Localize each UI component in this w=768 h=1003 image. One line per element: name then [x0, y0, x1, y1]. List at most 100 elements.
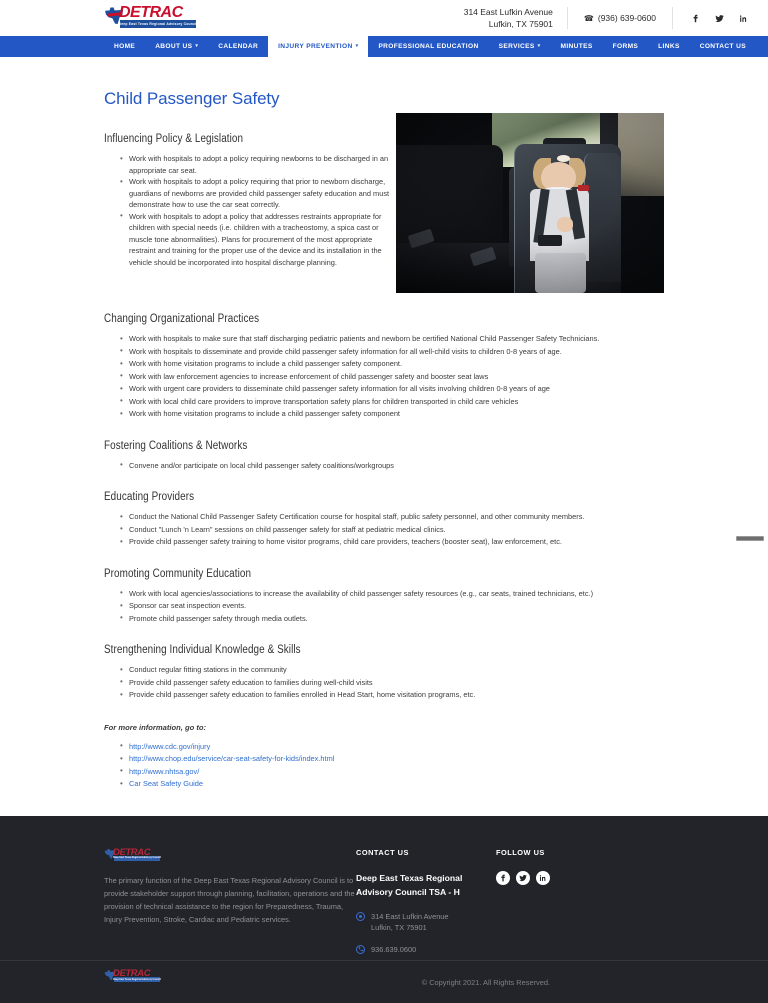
- site-logo[interactable]: DETRAC Deep East Texas Regional Advisory…: [104, 4, 198, 31]
- section-heading-promoting-community-education: Promoting Community Education: [104, 567, 252, 580]
- list-item: Provide child passenger safety education…: [120, 689, 664, 701]
- nav-label: FORMS: [612, 43, 639, 50]
- nav-label: CALENDAR: [218, 43, 259, 50]
- footer-about-text: The primary function of the Deep East Te…: [104, 875, 355, 924]
- facebook-icon[interactable]: [496, 870, 510, 885]
- footer-logo-tagline-bar: Deep East Texas Regional Advisory Counci…: [113, 855, 161, 861]
- nav-item-forms[interactable]: FORMS: [603, 36, 649, 57]
- list-item: Conduct "Lunch 'n Learn" sessions on chi…: [120, 523, 664, 536]
- scroll-grab-handle[interactable]: [736, 536, 764, 541]
- footer-address-line1: 314 East Lufkin Avenue: [371, 911, 449, 921]
- section-list-influencing-policy: Work with hospitals to adopt a policy re…: [120, 153, 390, 268]
- header-contact-group: 314 East Lufkin Avenue Lufkin, TX 75901 …: [464, 6, 750, 30]
- page-content: Child Passenger Safety Influencing Polic…: [0, 89, 768, 790]
- header-social-links: [673, 12, 750, 25]
- list-item: Sponsor car seat inspection events.: [120, 600, 664, 612]
- facebook-icon[interactable]: [689, 12, 702, 25]
- list-item: Work with urgent care providers to disse…: [120, 383, 664, 395]
- section-list-fostering-coalitions: Convene and/or participate on local chil…: [120, 459, 664, 472]
- footer-follow-column: FOLLOW US: [496, 848, 616, 966]
- nav-label: SERVICES: [498, 43, 535, 50]
- phone-icon: ☎: [583, 13, 594, 23]
- logo-wordmark: DETRAC: [119, 4, 183, 21]
- nav-item-contact-us[interactable]: CONTACT US: [690, 36, 756, 57]
- section-list-changing-organizational-practices: Work with hospitals to make sure that st…: [120, 333, 664, 420]
- nav-label: CONTACT US: [699, 43, 746, 50]
- header-address-line2: Lufkin, TX 75901: [488, 19, 553, 29]
- list-item: Work with hospitals to disseminate and p…: [120, 345, 664, 358]
- list-item: Car Seat Safety Guide: [120, 778, 664, 790]
- list-item: http://www.nhtsa.gov/: [120, 765, 664, 778]
- footer-bottom-logo[interactable]: DETRAC Deep East Texas Regional Advisory…: [104, 968, 161, 983]
- nav-item-calendar[interactable]: CALENDAR: [208, 36, 268, 57]
- list-item: http://www.chop.edu/service/car-seat-saf…: [120, 753, 664, 765]
- footer-address: 314 East Lufkin Avenue Lufkin, TX 75901: [371, 911, 449, 934]
- nav-label: PROFESSIONAL EDUCATION: [378, 43, 479, 50]
- resource-link-car-seat-safety-guide[interactable]: Car Seat Safety Guide: [129, 779, 203, 788]
- section-list-educating-providers: Conduct the National Child Passenger Saf…: [120, 511, 664, 548]
- footer-phone-row[interactable]: 936.639.0600: [356, 944, 496, 956]
- phone-icon: [356, 944, 365, 954]
- section-heading-fostering-coalitions: Fostering Coalitions & Networks: [104, 439, 248, 452]
- photo-vignette: [396, 113, 664, 293]
- list-item: Work with hospitals to adopt a policy th…: [120, 210, 390, 269]
- section-heading-changing-organizational-practices: Changing Organizational Practices: [104, 313, 260, 325]
- list-item: Work with law enforcement agencies to in…: [120, 370, 664, 383]
- footer-logo[interactable]: DETRAC Deep East Texas Regional Advisory…: [104, 847, 161, 862]
- list-item: Work with hospitals to adopt a policy re…: [120, 176, 390, 211]
- location-pin-icon: [356, 911, 365, 921]
- footer-social-links: [496, 870, 616, 885]
- logo-tagline: Deep East Texas Regional Advisory Counci…: [118, 22, 198, 26]
- footer-address-row: 314 East Lufkin Avenue Lufkin, TX 75901: [356, 911, 496, 934]
- car-seat-photo: [396, 113, 664, 293]
- linkedin-icon[interactable]: [536, 870, 550, 885]
- nav-item-home[interactable]: HOME: [104, 36, 145, 57]
- header-phone[interactable]: ☎ (936) 639-0600: [566, 7, 673, 29]
- nav-label: MINUTES: [560, 43, 593, 50]
- list-item: Provide child passenger safety education…: [120, 676, 664, 689]
- section-list-strengthening-individual-knowledge: Conduct regular fitting stations in the …: [120, 664, 664, 701]
- twitter-icon[interactable]: [516, 870, 530, 885]
- nav-item-minutes[interactable]: MINUTES: [550, 36, 602, 57]
- footer-logo-tagline: Deep East Texas Regional Advisory Counci…: [113, 857, 161, 859]
- linkedin-icon[interactable]: [737, 12, 750, 25]
- list-item: Conduct the National Child Passenger Saf…: [120, 511, 664, 523]
- list-item: Work with home visitation programs to in…: [120, 408, 664, 420]
- chevron-down-icon: ▾: [537, 43, 541, 49]
- header-address-line1: 314 East Lufkin Avenue: [463, 7, 553, 17]
- twitter-icon[interactable]: [713, 12, 726, 25]
- nav-label: ABOUT US: [155, 43, 193, 50]
- list-item: Work with local agencies/associations to…: [120, 587, 664, 600]
- nav-label: HOME: [114, 43, 136, 50]
- intro-block: Influencing Policy & Legislation Work wi…: [104, 113, 664, 293]
- section-heading-strengthening-individual-knowledge: Strengthening Individual Knowledge & Ski…: [104, 644, 301, 656]
- footer-bottom-logo-tagline-bar: Deep East Texas Regional Advisory Counci…: [113, 977, 161, 982]
- copyright-text: © Copyright 2021. All Rights Reserved.: [421, 977, 550, 987]
- list-item: Work with home visitation programs to in…: [120, 358, 664, 370]
- resource-link-nhtsa[interactable]: http://www.nhtsa.gov/: [129, 767, 199, 776]
- footer-address-line2: Lufkin, TX 75901: [371, 923, 427, 932]
- footer-bottom-logo-tagline: Deep East Texas Regional Advisory Counci…: [113, 978, 161, 981]
- section-heading-educating-providers: Educating Providers: [104, 491, 195, 503]
- page-title: Child Passenger Safety: [104, 89, 280, 108]
- nav-label: LINKS: [658, 43, 680, 50]
- section-list-promoting-community-education: Work with local agencies/associations to…: [120, 587, 664, 625]
- footer-follow-heading: FOLLOW US: [496, 847, 545, 857]
- list-item: Provide child passenger safety training …: [120, 536, 664, 548]
- resource-link-cdc[interactable]: http://www.cdc.gov/injury: [129, 742, 210, 751]
- footer-organization-name: Deep East Texas Regional Advisory Counci…: [356, 872, 463, 897]
- site-header: DETRAC Deep East Texas Regional Advisory…: [0, 0, 768, 36]
- nav-item-injury-prevention[interactable]: INJURY PREVENTION ▾: [268, 36, 369, 57]
- main-navigation: HOME ABOUT US ▾ CALENDAR INJURY PREVENTI…: [0, 36, 768, 57]
- chevron-down-icon: ▾: [355, 43, 359, 49]
- list-item: Work with hospitals to make sure that st…: [120, 333, 664, 345]
- resource-links-list: http://www.cdc.gov/injury http://www.cho…: [120, 740, 664, 790]
- nav-item-links[interactable]: LINKS: [648, 36, 690, 57]
- nav-item-professional-education[interactable]: PROFESSIONAL EDUCATION: [368, 36, 488, 57]
- chevron-down-icon: ▾: [195, 43, 199, 49]
- nav-item-services[interactable]: SERVICES ▾: [489, 36, 551, 57]
- more-information-label: For more information, go to:: [104, 722, 207, 732]
- nav-item-about-us[interactable]: ABOUT US ▾: [145, 36, 208, 57]
- list-item: Work with local child care providers to …: [120, 395, 664, 408]
- resource-link-chop[interactable]: http://www.chop.edu/service/car-seat-saf…: [129, 754, 334, 763]
